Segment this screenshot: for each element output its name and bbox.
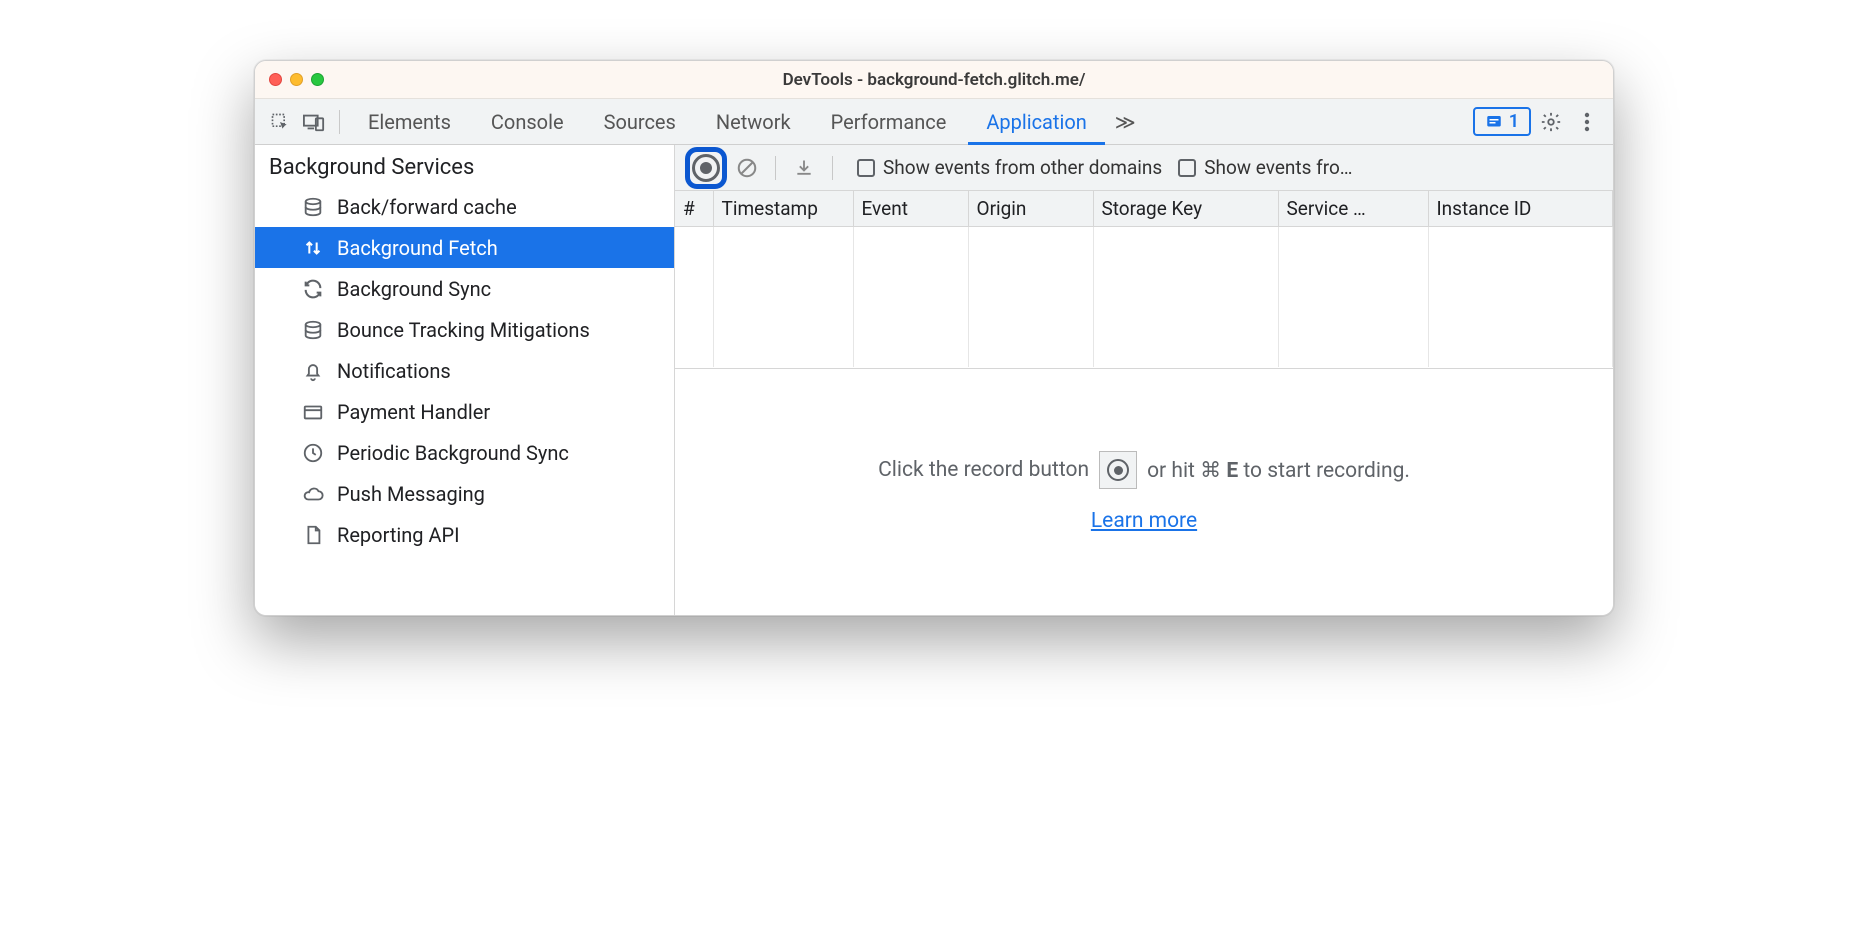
clear-button[interactable]	[731, 152, 763, 184]
sidebar-section-header: Background Services	[255, 145, 674, 186]
sidebar-item-periodic-background-sync[interactable]: Periodic Background Sync	[255, 432, 674, 473]
bell-icon	[301, 359, 325, 383]
empty-cell	[713, 227, 853, 367]
tabs-overflow-button[interactable]: ≫	[1109, 99, 1142, 145]
sidebar-item-background-sync[interactable]: Background Sync	[255, 268, 674, 309]
tab-network[interactable]: Network	[698, 99, 809, 145]
devtools-window: DevTools - background-fetch.glitch.me/ E…	[254, 60, 1614, 616]
empty-cell	[968, 227, 1093, 367]
sidebar-item-label: Payment Handler	[337, 400, 490, 424]
col-origin[interactable]: Origin	[968, 191, 1093, 227]
minimize-window-button[interactable]	[290, 73, 303, 86]
issues-count: 1	[1509, 111, 1519, 132]
sidebar-item-notifications[interactable]: Notifications	[255, 350, 674, 391]
empty-cell	[853, 227, 968, 367]
window-title: DevTools - background-fetch.glitch.me/	[255, 70, 1613, 90]
empty-cell	[1278, 227, 1428, 367]
background-fetch-panel: Show events from other domains Show even…	[675, 145, 1613, 615]
close-window-button[interactable]	[269, 73, 282, 86]
database-icon	[301, 195, 325, 219]
show-events-from-checkbox[interactable]: Show events fro…	[1178, 156, 1352, 179]
learn-more-link[interactable]: Learn more	[1091, 509, 1197, 533]
settings-icon[interactable]	[1535, 111, 1567, 133]
record-icon-inline	[1099, 451, 1137, 489]
divider	[339, 110, 340, 134]
checkbox-input[interactable]	[1178, 159, 1196, 177]
tab-application[interactable]: Application	[968, 99, 1104, 145]
sidebar-item-label: Periodic Background Sync	[337, 441, 569, 465]
card-icon	[301, 400, 325, 424]
divider	[832, 156, 833, 180]
sidebar-item-label: Background Fetch	[337, 236, 498, 260]
file-icon	[301, 523, 325, 547]
inspect-element-icon[interactable]	[265, 107, 295, 137]
sidebar-item-background-fetch[interactable]: Background Fetch	[255, 227, 674, 268]
sync-icon	[301, 277, 325, 301]
checkbox-input[interactable]	[857, 159, 875, 177]
devtools-tabbar: Elements Console Sources Network Perform…	[255, 99, 1613, 145]
message-text-post: or hit ⌘ E to start recording.	[1147, 458, 1410, 483]
sidebar-item-back-forward-cache[interactable]: Back/forward cache	[255, 186, 674, 227]
issues-button[interactable]: 1	[1473, 107, 1531, 136]
divider	[775, 156, 776, 180]
message-text-pre: Click the record button	[878, 458, 1089, 482]
sidebar: Background Services Back/forward cache Ba…	[255, 145, 675, 615]
col-storage-key[interactable]: Storage Key	[1093, 191, 1278, 227]
col--[interactable]: #	[675, 191, 713, 227]
updown-icon	[301, 236, 325, 260]
sidebar-item-label: Bounce Tracking Mitigations	[337, 318, 590, 342]
col-event[interactable]: Event	[853, 191, 968, 227]
events-table: #TimestampEventOriginStorage KeyService …	[675, 191, 1613, 369]
tab-performance[interactable]: Performance	[813, 99, 965, 145]
tab-console[interactable]: Console	[473, 99, 582, 145]
sidebar-item-push-messaging[interactable]: Push Messaging	[255, 473, 674, 514]
show-other-domains-checkbox[interactable]: Show events from other domains	[857, 156, 1162, 179]
tab-elements[interactable]: Elements	[350, 99, 469, 145]
col-instance-id[interactable]: Instance ID	[1428, 191, 1613, 227]
titlebar: DevTools - background-fetch.glitch.me/	[255, 61, 1613, 99]
empty-cell	[1428, 227, 1613, 367]
sidebar-item-label: Background Sync	[337, 277, 491, 301]
sidebar-item-bounce-tracking-mitigations[interactable]: Bounce Tracking Mitigations	[255, 309, 674, 350]
sidebar-item-label: Back/forward cache	[337, 195, 517, 219]
sidebar-item-payment-handler[interactable]: Payment Handler	[255, 391, 674, 432]
panel-toolbar: Show events from other domains Show even…	[675, 145, 1613, 191]
record-button[interactable]	[692, 154, 720, 182]
record-button-highlight	[685, 147, 727, 189]
cloud-icon	[301, 482, 325, 506]
col-timestamp[interactable]: Timestamp	[713, 191, 853, 227]
sidebar-item-reporting-api[interactable]: Reporting API	[255, 514, 674, 555]
empty-cell	[675, 227, 713, 367]
empty-cell	[1093, 227, 1278, 367]
sidebar-item-label: Notifications	[337, 359, 451, 383]
clock-icon	[301, 441, 325, 465]
empty-state-message: Click the record button or hit ⌘ E to st…	[675, 369, 1613, 615]
tab-sources[interactable]: Sources	[586, 99, 694, 145]
main-content: Background Services Back/forward cache Ba…	[255, 145, 1613, 615]
sidebar-item-label: Reporting API	[337, 523, 460, 547]
maximize-window-button[interactable]	[311, 73, 324, 86]
col-service-[interactable]: Service …	[1278, 191, 1428, 227]
database-icon	[301, 318, 325, 342]
window-controls	[269, 73, 324, 86]
more-options-icon[interactable]	[1571, 112, 1603, 132]
sidebar-item-label: Push Messaging	[337, 482, 485, 506]
save-button[interactable]	[788, 152, 820, 184]
checkbox-label: Show events fro…	[1204, 156, 1352, 179]
device-toolbar-icon[interactable]	[299, 107, 329, 137]
checkbox-label: Show events from other domains	[883, 156, 1162, 179]
